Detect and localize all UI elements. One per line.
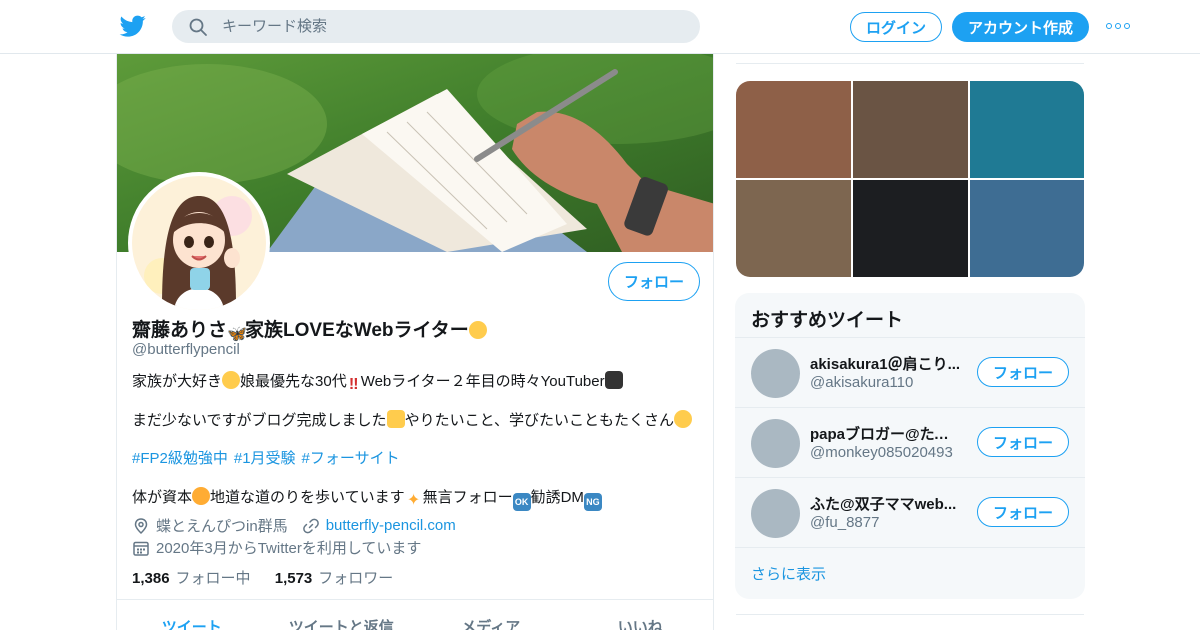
search-icon — [189, 18, 207, 36]
hashtag-link[interactable]: #フォーサイト — [302, 450, 400, 467]
user-name[interactable]: ふた@双子ママweb... — [810, 493, 962, 514]
profile-avatar[interactable] — [128, 172, 270, 314]
following-count: 1,386 — [132, 570, 170, 587]
link-icon — [302, 518, 319, 533]
bio-line-2: まだ少ないですがブログ完成しました やりたいこと、学びたいこともたくさん — [132, 409, 692, 430]
following-count-link[interactable]: 1,386 フォロー中 — [132, 570, 251, 587]
profile-website[interactable]: butterfly-pencil.com — [302, 517, 456, 535]
panel-title: おすすめツイート — [735, 293, 1085, 338]
double-exclamation-icon: ‼ — [348, 376, 359, 393]
tab-likes[interactable]: いいね — [566, 600, 714, 630]
profile-tabs: ツイート ツイートと返信 メディア いいね — [117, 599, 714, 630]
smiling-face-icon — [673, 410, 692, 428]
follow-button[interactable]: フォロー — [977, 427, 1069, 457]
twitter-bird-icon[interactable] — [119, 13, 147, 39]
user-handle: @monkey085020493 — [810, 444, 953, 461]
recommended-tweets-panel: おすすめツイート akisakura1＠肩こり... @akisakura110… — [735, 293, 1085, 599]
avatar[interactable] — [751, 419, 800, 468]
avatar[interactable] — [751, 489, 800, 538]
sun-icon — [192, 487, 211, 505]
profile-handle: @butterflypencil — [132, 341, 240, 358]
followers-count-link[interactable]: 1,573 フォロワー — [275, 570, 394, 587]
recommended-user[interactable]: akisakura1＠肩こり... @akisakura110 フォロー — [735, 338, 1085, 408]
tab-tweets-and-replies[interactable]: ツイートと返信 — [267, 600, 417, 630]
hashtag-link[interactable]: #1月受験 — [234, 450, 296, 467]
bio-text: 家族が大好き — [132, 373, 223, 390]
user-name[interactable]: papaブロガー@たろ吉 — [810, 423, 962, 444]
media-thumbnail[interactable] — [736, 180, 851, 277]
bio-text: 娘最優先な30代 — [240, 373, 347, 390]
show-more-link[interactable]: さらに表示 — [735, 548, 1085, 599]
bio-text: 地道な道のりを歩いています — [210, 489, 405, 506]
divider — [736, 63, 1084, 64]
media-thumbnail[interactable] — [853, 81, 968, 178]
location-pin-icon — [134, 517, 148, 534]
ok-button-icon: OK — [512, 493, 531, 511]
profile-location: 蝶とえんぴつin群馬 — [156, 518, 288, 535]
media-thumbnail[interactable] — [970, 180, 1084, 277]
profile-name-text-2: 家族LOVEなWebライター — [245, 320, 469, 341]
media-thumbnail-grid — [736, 81, 1084, 277]
followers-label: フォロワー — [318, 570, 394, 587]
bio-text: まだ少ないですがブログ完成しました — [132, 412, 387, 429]
profile-counts: 1,386 フォロー中 1,573 フォロワー — [132, 567, 413, 588]
user-name[interactable]: akisakura1＠肩こり... — [810, 353, 962, 374]
bio-text: 無言フォロー — [422, 489, 513, 506]
bio-text: Webライター２年目の時々YouTuber — [360, 373, 605, 390]
divider — [736, 614, 1084, 615]
profile-name-text: 齋藤ありさ — [132, 320, 228, 341]
following-label: フォロー中 — [175, 570, 251, 587]
signup-button[interactable]: アカウント作成 — [952, 12, 1089, 42]
smiling-hearts-icon — [468, 321, 487, 339]
bio-text: 勧誘DM — [530, 489, 584, 506]
thumbs-up-icon — [386, 410, 405, 428]
follow-button[interactable]: フォロー — [977, 357, 1069, 387]
profile-joined-date: 2020年3月からTwitterを利用しています — [156, 540, 422, 557]
profile-meta-row: 蝶とえんぴつin群馬 butterfly-pencil.com — [132, 515, 456, 536]
media-thumbnail[interactable] — [736, 81, 851, 178]
top-navigation-bar: ログイン アカウント作成 — [0, 0, 1200, 54]
bio-text: やりたいこと、学びたいこともたくさん — [404, 412, 674, 429]
hashtag-link[interactable]: #FP2級勉強中 — [132, 450, 228, 467]
bio-hashtags: #FP2級勉強中 #1月受験 #フォーサイト — [132, 447, 406, 468]
login-button[interactable]: ログイン — [850, 12, 942, 42]
more-dots-icon[interactable] — [1106, 18, 1130, 34]
user-handle: @akisakura110 — [810, 374, 914, 391]
profile-name: 齋藤ありさ🦋家族LOVEなWebライター — [132, 315, 487, 344]
search-input[interactable] — [222, 18, 662, 35]
sparkles-icon: ✦ — [406, 492, 421, 509]
calendar-icon — [133, 541, 149, 556]
profile-column: フォロー 齋藤ありさ🦋家族LOVEなWebライター @butterflypenc… — [116, 54, 714, 630]
followers-count: 1,573 — [274, 570, 313, 587]
clapper-board-icon — [604, 371, 623, 389]
avatar-illustration — [132, 176, 266, 310]
media-thumbnail[interactable] — [970, 81, 1084, 178]
user-handle: @fu_8877 — [810, 514, 880, 531]
recommended-user[interactable]: papaブロガー@たろ吉 @monkey085020493 フォロー — [735, 408, 1085, 478]
ng-button-icon: NG — [583, 493, 602, 511]
profile-website-url[interactable]: butterfly-pencil.com — [326, 517, 456, 534]
avatar[interactable] — [751, 349, 800, 398]
profile-joined-row: 2020年3月からTwitterを利用しています — [132, 537, 421, 558]
bio-text: 体が資本 — [132, 489, 193, 506]
follow-button[interactable]: フォロー — [608, 262, 700, 301]
follow-button[interactable]: フォロー — [977, 497, 1069, 527]
bio-line-4: 体が資本 地道な道のりを歩いています ✦ 無言フォロー OK 勧誘DM NG — [132, 486, 602, 511]
media-thumbnail[interactable] — [853, 180, 968, 277]
tab-media[interactable]: メディア — [416, 600, 566, 630]
bio-line-1: 家族が大好き 娘最優先な30代 ‼ Webライター２年目の時々YouTuber — [132, 370, 623, 394]
recommended-user[interactable]: ふた@双子ママweb... @fu_8877 フォロー — [735, 478, 1085, 548]
smiling-hearts-icon — [222, 371, 241, 389]
search-box[interactable] — [172, 10, 700, 43]
tab-tweets[interactable]: ツイート — [117, 600, 267, 630]
